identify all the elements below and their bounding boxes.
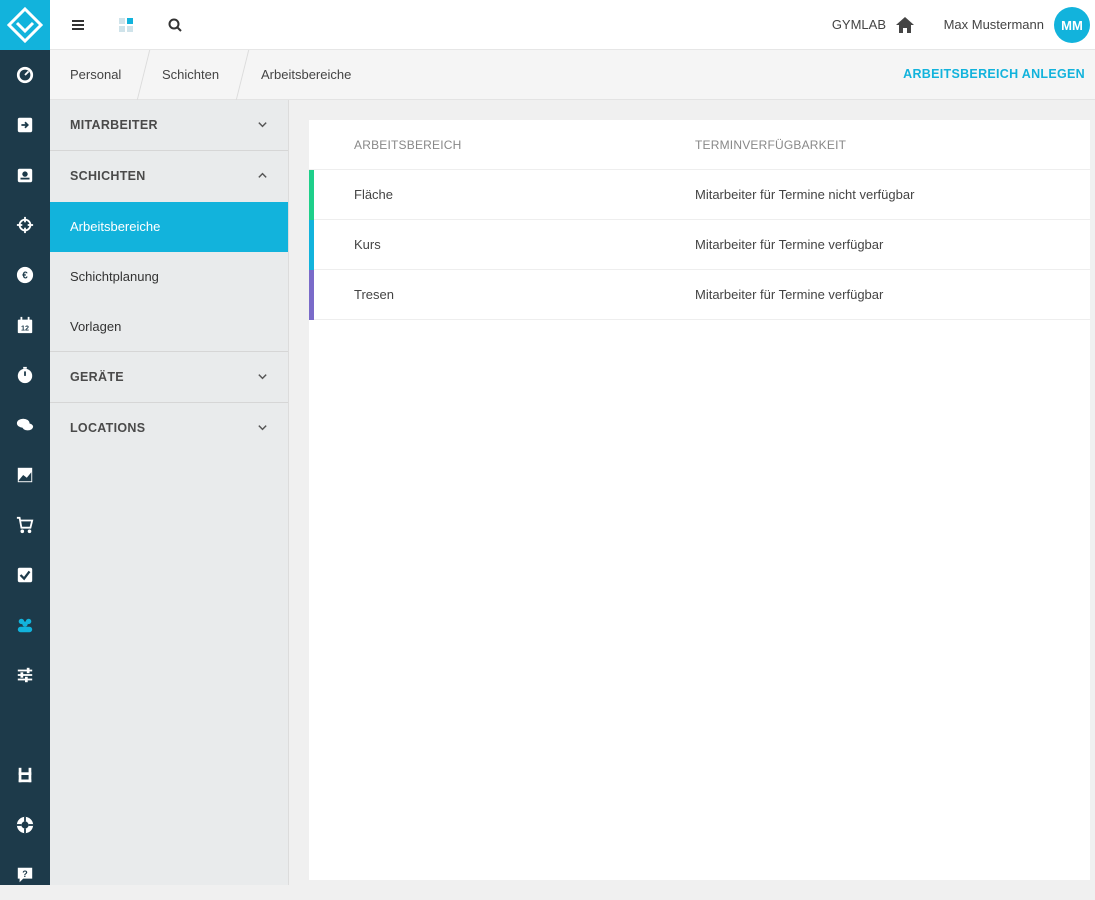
nav-section-geraete[interactable]: GERÄTE <box>50 352 288 403</box>
gym-name[interactable]: GYMLAB <box>832 17 886 32</box>
image-icon[interactable] <box>0 450 50 500</box>
workarea-name: Fläche <box>354 187 394 202</box>
color-marker <box>309 220 314 270</box>
store-icon[interactable] <box>0 750 50 800</box>
chevron-down-icon <box>258 374 267 380</box>
color-marker <box>309 170 314 220</box>
contacts-icon[interactable] <box>0 150 50 200</box>
svg-text:?: ? <box>22 869 28 879</box>
nav-item-label: Arbeitsbereiche <box>70 219 161 234</box>
table-row[interactable]: Tresen Mitarbeiter für Termine verfügbar <box>309 270 1090 320</box>
workarea-name: Kurs <box>354 237 381 252</box>
nav-item-arbeitsbereiche[interactable]: Arbeitsbereiche <box>50 202 288 252</box>
cart-icon[interactable] <box>0 500 50 550</box>
table-row[interactable]: Kurs Mitarbeiter für Termine verfügbar <box>309 220 1090 270</box>
nav-section-locations[interactable]: LOCATIONS <box>50 403 288 454</box>
dashboard-icon[interactable] <box>0 50 50 100</box>
workarea-availability: Mitarbeiter für Termine nicht verfügbar <box>695 187 915 202</box>
nav-section-label: LOCATIONS <box>70 421 146 435</box>
checkbox-icon[interactable] <box>0 550 50 600</box>
app-logo[interactable] <box>0 0 50 50</box>
workarea-name: Tresen <box>354 287 394 302</box>
breadcrumb-item-current: Arbeitsbereiche <box>261 67 352 82</box>
timer-icon[interactable] <box>0 350 50 400</box>
top-bar: GYMLAB Max Mustermann MM <box>50 0 1095 50</box>
nav-section-label: MITARBEITER <box>70 118 158 132</box>
chevron-down-icon <box>258 122 267 128</box>
chat-icon[interactable] <box>0 400 50 450</box>
workarea-availability: Mitarbeiter für Termine verfügbar <box>695 237 884 252</box>
breadcrumb-separator <box>235 50 250 100</box>
workarea-availability: Mitarbeiter für Termine verfügbar <box>695 287 884 302</box>
user-name[interactable]: Max Mustermann <box>944 17 1044 32</box>
calendar-icon[interactable]: 12 <box>0 300 50 350</box>
nav-section-schichten[interactable]: SCHICHTEN <box>50 151 288 202</box>
nav-item-schichtplanung[interactable]: Schichtplanung <box>50 252 288 302</box>
help-icon[interactable]: ? <box>0 850 50 900</box>
checkin-icon[interactable] <box>0 100 50 150</box>
lifebuoy-icon[interactable] <box>0 800 50 850</box>
euro-icon[interactable]: € <box>0 250 50 300</box>
avatar[interactable]: MM <box>1054 7 1090 43</box>
svg-text:12: 12 <box>21 323 29 332</box>
breadcrumb-item-schichten[interactable]: Schichten <box>162 67 219 82</box>
column-header-arbeitsbereich[interactable]: ARBEITSBEREICH <box>354 138 462 152</box>
icon-rail: € 12 ? <box>0 0 50 885</box>
table-row[interactable]: Fläche Mitarbeiter für Termine nicht ver… <box>309 170 1090 220</box>
crosshair-icon[interactable] <box>0 200 50 250</box>
apps-grid-icon[interactable] <box>106 0 146 50</box>
logo-icon <box>7 7 43 43</box>
nav-section-label: SCHICHTEN <box>70 169 146 183</box>
search-icon[interactable] <box>155 0 195 50</box>
nav-item-vorlagen[interactable]: Vorlagen <box>50 302 288 352</box>
breadcrumb-item-personal[interactable]: Personal <box>70 67 121 82</box>
nav-section-label: GERÄTE <box>70 370 124 384</box>
nav-item-label: Vorlagen <box>70 319 122 334</box>
color-marker <box>309 270 314 320</box>
chevron-up-icon <box>258 172 267 178</box>
breadcrumb: Personal Schichten Arbeitsbereiche ARBEI… <box>50 50 1095 100</box>
side-navigation: MITARBEITER SCHICHTEN Arbeitsbereiche Sc… <box>50 100 289 885</box>
sliders-icon[interactable] <box>0 650 50 700</box>
breadcrumb-separator <box>136 50 151 100</box>
home-icon[interactable] <box>895 15 915 35</box>
column-header-terminverfuegbarkeit[interactable]: TERMINVERFÜGBARKEIT <box>695 138 846 152</box>
nav-section-mitarbeiter[interactable]: MITARBEITER <box>50 100 288 151</box>
add-workarea-button[interactable]: ARBEITSBEREICH ANLEGEN <box>903 67 1085 81</box>
workarea-table: ARBEITSBEREICH TERMINVERFÜGBARKEIT Fläch… <box>309 120 1090 880</box>
people-icon[interactable] <box>0 600 50 650</box>
menu-icon[interactable] <box>58 0 98 50</box>
nav-item-label: Schichtplanung <box>70 269 159 284</box>
svg-text:€: € <box>22 271 28 282</box>
chevron-down-icon <box>258 425 267 431</box>
